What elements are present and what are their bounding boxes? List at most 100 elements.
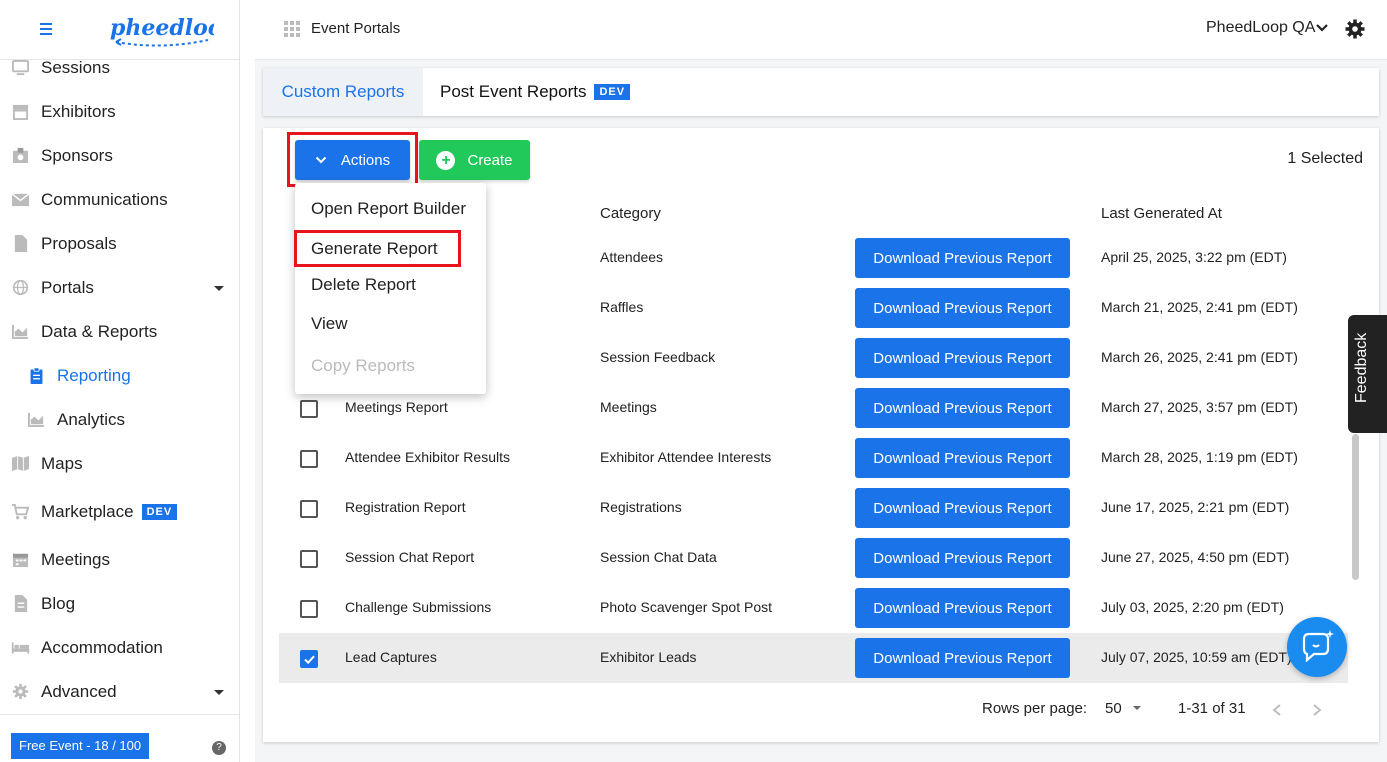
menu-item-delete-report[interactable]: Delete Report <box>311 275 416 295</box>
create-button[interactable]: + Create <box>419 140 530 180</box>
row-checkbox[interactable] <box>300 500 318 518</box>
sidebar-item-exhibitors[interactable]: Exhibitors <box>0 90 239 134</box>
table-row[interactable]: Lead Captures Exhibitor Leads Download P… <box>279 633 1348 683</box>
sidebar-item-maps[interactable]: Maps <box>0 442 239 486</box>
sidebar-item-label: Analytics <box>57 410 126 429</box>
sidebar-header: pheedloop <box>0 0 239 60</box>
caret-down-icon[interactable] <box>214 286 224 291</box>
sidebar-item-portals[interactable]: Portals <box>0 266 239 310</box>
settings-gear-icon[interactable] <box>1344 18 1366 40</box>
rows-per-page-value: 50 <box>1105 700 1122 717</box>
sidebar-item-label: Exhibitors <box>41 102 116 121</box>
table-row[interactable]: Challenge Submissions Photo Scavenger Sp… <box>279 583 1348 633</box>
table-row[interactable]: Attendee Exhibitor Results Exhibitor Att… <box>279 433 1348 483</box>
help-icon[interactable]: ? <box>212 741 226 755</box>
sidebar-item-label: Reporting <box>57 366 131 385</box>
page-range: 1-31 of 31 <box>1178 700 1246 717</box>
sidebar-item-data-reports[interactable]: Data & Reports <box>0 310 239 354</box>
sidebar-item-label: Marketplace <box>41 502 134 521</box>
menu-icon[interactable] <box>40 20 56 38</box>
table-scrollbar[interactable] <box>1351 184 1360 704</box>
row-checkbox[interactable] <box>300 450 318 468</box>
download-previous-report-button[interactable]: Download Previous Report <box>855 588 1070 628</box>
caret-down-icon[interactable] <box>214 690 224 695</box>
row-report-name: Challenge Submissions <box>345 599 492 615</box>
sidebar-item-blog[interactable]: Blog <box>0 582 239 626</box>
sidebar-item-label: Accommodation <box>41 638 163 657</box>
download-previous-report-button[interactable]: Download Previous Report <box>855 438 1070 478</box>
tab-post-event-reports[interactable]: Post Event Reports DEV <box>440 68 631 116</box>
download-previous-report-button[interactable]: Download Previous Report <box>855 638 1070 678</box>
sidebar-item-label: Meetings <box>41 550 110 569</box>
sidebar-item-marketplace[interactable]: Marketplace DEV <box>0 486 239 538</box>
sidebar-item-analytics[interactable]: Analytics <box>0 398 239 442</box>
check-icon <box>304 655 315 665</box>
pheedloop-logo: pheedloop <box>110 15 214 47</box>
menu-item-open-report-builder[interactable]: Open Report Builder <box>311 199 466 219</box>
chevron-right-icon[interactable] <box>1311 703 1323 717</box>
download-previous-report-button[interactable]: Download Previous Report <box>855 538 1070 578</box>
badge-icon <box>12 147 29 164</box>
chat-bubble-icon <box>1302 630 1334 663</box>
download-previous-report-button[interactable]: Download Previous Report <box>855 388 1070 428</box>
row-category: Photo Scavenger Spot Post <box>600 599 772 615</box>
row-last-generated: March 26, 2025, 2:41 pm (EDT) <box>1101 349 1298 365</box>
chart-icon <box>12 324 29 340</box>
row-report-name: Attendee Exhibitor Results <box>345 449 510 465</box>
sidebar-item-sponsors[interactable]: Sponsors <box>0 134 239 178</box>
chevron-left-icon[interactable] <box>1271 703 1283 717</box>
row-last-generated: March 28, 2025, 1:19 pm (EDT) <box>1101 449 1298 465</box>
rows-per-page-label: Rows per page: <box>982 700 1088 717</box>
feedback-tab[interactable]: Feedback <box>1348 315 1387 433</box>
row-report-name: Lead Captures <box>345 649 437 665</box>
globe-icon <box>12 279 29 296</box>
monitor-icon <box>12 59 29 76</box>
sidebar-item-label: Advanced <box>41 682 117 701</box>
sidebar-item-communications[interactable]: Communications <box>0 178 239 222</box>
rows-per-page-select[interactable]: 50 <box>1105 700 1142 717</box>
sidebar-item-label: Sponsors <box>41 146 113 165</box>
row-checkbox[interactable] <box>300 650 318 668</box>
sidebar-item-accommodation[interactable]: Accommodation <box>0 626 239 670</box>
sidebar-item-proposals[interactable]: Proposals <box>0 222 239 266</box>
sidebar-item-reporting[interactable]: Reporting <box>0 354 239 398</box>
table-row[interactable]: Registration Report Registrations Downlo… <box>279 483 1348 533</box>
column-header-last-generated[interactable]: Last Generated At <box>1101 205 1222 222</box>
row-checkbox[interactable] <box>300 400 318 418</box>
menu-item-copy-reports: Copy Reports <box>311 356 415 375</box>
highlight-box <box>294 230 461 267</box>
document-icon <box>14 595 28 612</box>
sidebar-item-meetings[interactable]: Meetings <box>0 538 239 582</box>
tab-custom-reports[interactable]: Custom Reports <box>263 68 423 116</box>
dev-badge: DEV <box>141 504 178 520</box>
sidebar-item-advanced[interactable]: Advanced <box>0 670 239 714</box>
bed-icon <box>11 642 30 654</box>
actions-label: Actions <box>340 151 391 169</box>
download-previous-report-button[interactable]: Download Previous Report <box>855 488 1070 528</box>
download-previous-report-button[interactable]: Download Previous Report <box>855 288 1070 328</box>
download-previous-report-button[interactable]: Download Previous Report <box>855 338 1070 378</box>
row-category: Session Feedback <box>600 349 716 365</box>
row-checkbox[interactable] <box>300 550 318 568</box>
actions-button[interactable]: Actions <box>295 140 410 180</box>
chat-button[interactable] <box>1287 617 1347 677</box>
top-bar: Event Portals PheedLoop QA <box>255 0 1387 60</box>
table-row[interactable]: Session Chat Report Session Chat Data Do… <box>279 533 1348 583</box>
row-checkbox[interactable] <box>300 600 318 618</box>
svg-text:pheedloop: pheedloop <box>110 15 214 41</box>
sidebar-item-label: Sessions <box>41 58 110 77</box>
menu-item-view[interactable]: View <box>311 314 348 334</box>
chevron-down-icon[interactable] <box>1315 21 1329 35</box>
sidebar: Sessions Exhibitors Sponsors Communicati… <box>0 0 240 762</box>
download-previous-report-button[interactable]: Download Previous Report <box>855 238 1070 278</box>
sidebar-item-label: Communications <box>41 190 168 209</box>
row-category: Raffles <box>600 299 644 315</box>
column-header-category[interactable]: Category <box>600 205 661 222</box>
plan-badge[interactable]: Free Event - 18 / 100 <box>11 733 150 759</box>
caret-down-icon <box>1132 706 1141 710</box>
row-category: Meetings <box>600 399 657 415</box>
org-switcher[interactable]: PheedLoop QA <box>1206 19 1315 37</box>
apps-grid-icon[interactable] <box>284 21 300 37</box>
cart-icon <box>12 503 30 520</box>
scrollbar-thumb[interactable] <box>1352 434 1359 580</box>
